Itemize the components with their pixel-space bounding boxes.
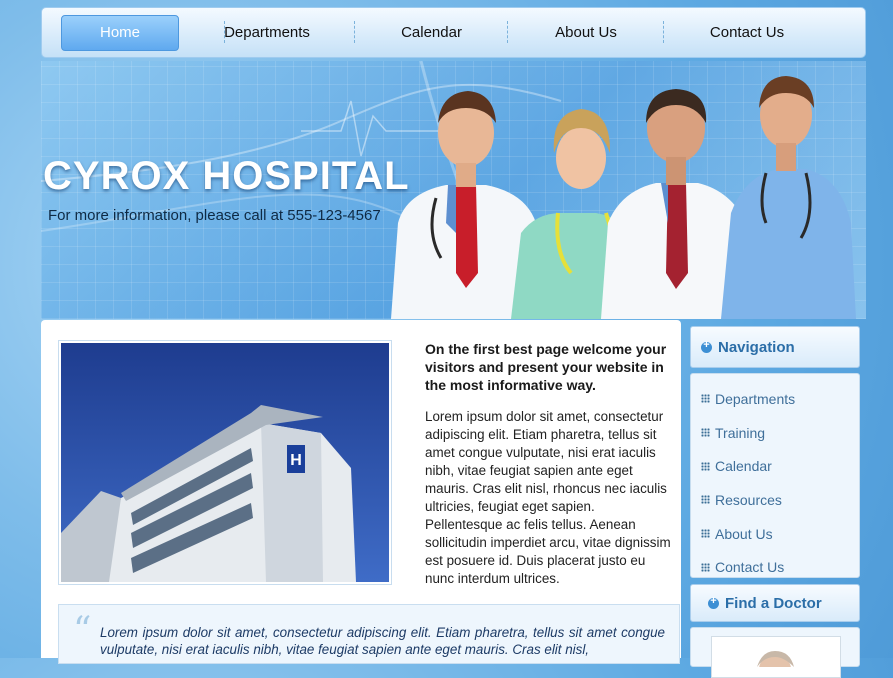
sidebar-item-training[interactable]: Training — [691, 416, 859, 450]
dotted-grid-icon — [701, 428, 710, 438]
sidebar-item-label: Training — [715, 424, 766, 441]
sidebar-item-departments[interactable]: Departments — [691, 382, 859, 416]
testimonial-quote-box: “ Lorem ipsum dolor sit amet, consectetu… — [58, 604, 680, 664]
dotted-grid-icon — [701, 562, 710, 572]
contact-phone-line: For more information, please call at 555… — [48, 207, 381, 224]
sidebar-navigation-list: Departments Training Calendar Resources … — [690, 373, 860, 578]
intro-heading: On the first best page welcome your visi… — [425, 341, 667, 393]
quote-text: Lorem ipsum dolor sit amet, consectetur … — [100, 625, 665, 657]
sidebar-item-label: Departments — [715, 390, 796, 407]
sidebar-item-label: Calendar — [715, 458, 772, 475]
nav-item-about-us[interactable]: About Us — [508, 15, 664, 51]
top-nav: Home Departments Calendar About Us Conta… — [41, 7, 866, 58]
dotted-grid-icon — [701, 529, 710, 539]
find-a-doctor-header[interactable]: Find a Doctor — [690, 584, 860, 622]
sidebar-item-resources[interactable]: Resources — [691, 483, 859, 517]
plus-circle-icon — [701, 339, 712, 353]
nav-item-contact-us[interactable]: Contact Us — [664, 15, 830, 51]
nav-item-home[interactable]: Home — [61, 14, 179, 51]
sidebar-navigation-header: Navigation — [690, 326, 860, 368]
dotted-grid-icon — [701, 394, 710, 404]
quote-icon: “ — [73, 610, 92, 651]
sidebar-item-label: About Us — [715, 525, 773, 542]
hospital-sign-letter: H — [290, 452, 302, 469]
sidebar-item-calendar[interactable]: Calendar — [691, 449, 859, 483]
sidebar-navigation-title: Navigation — [718, 338, 795, 356]
sidebar-item-label: Contact Us — [715, 559, 785, 576]
doctors-photo — [391, 76, 856, 319]
main-content: H On the first best page welcome your vi… — [41, 320, 681, 664]
doctor-photo — [757, 651, 794, 678]
sidebar-item-about-us[interactable]: About Us — [691, 517, 859, 551]
nav-item-calendar[interactable]: Calendar — [355, 15, 508, 51]
sidebar-item-contact-us[interactable]: Contact Us — [691, 550, 859, 584]
intro-paragraph: Lorem ipsum dolor sit amet, consectetur … — [425, 409, 671, 586]
nav-item-departments[interactable]: Departments — [179, 15, 355, 51]
site-title: CYROX HOSPITAL — [43, 154, 410, 198]
dotted-grid-icon — [701, 461, 710, 471]
hospital-building-photo: H — [58, 340, 392, 585]
plus-circle-icon — [708, 595, 719, 609]
header-banner: CYROX HOSPITAL For more information, ple… — [41, 61, 866, 319]
find-a-doctor-title: Find a Doctor — [725, 594, 822, 612]
sidebar-item-label: Resources — [715, 491, 782, 508]
find-a-doctor-panel — [690, 627, 860, 678]
hospital-building-image: H — [61, 343, 389, 582]
doctor-photo-thumbnail — [711, 636, 841, 678]
dotted-grid-icon — [701, 495, 710, 505]
